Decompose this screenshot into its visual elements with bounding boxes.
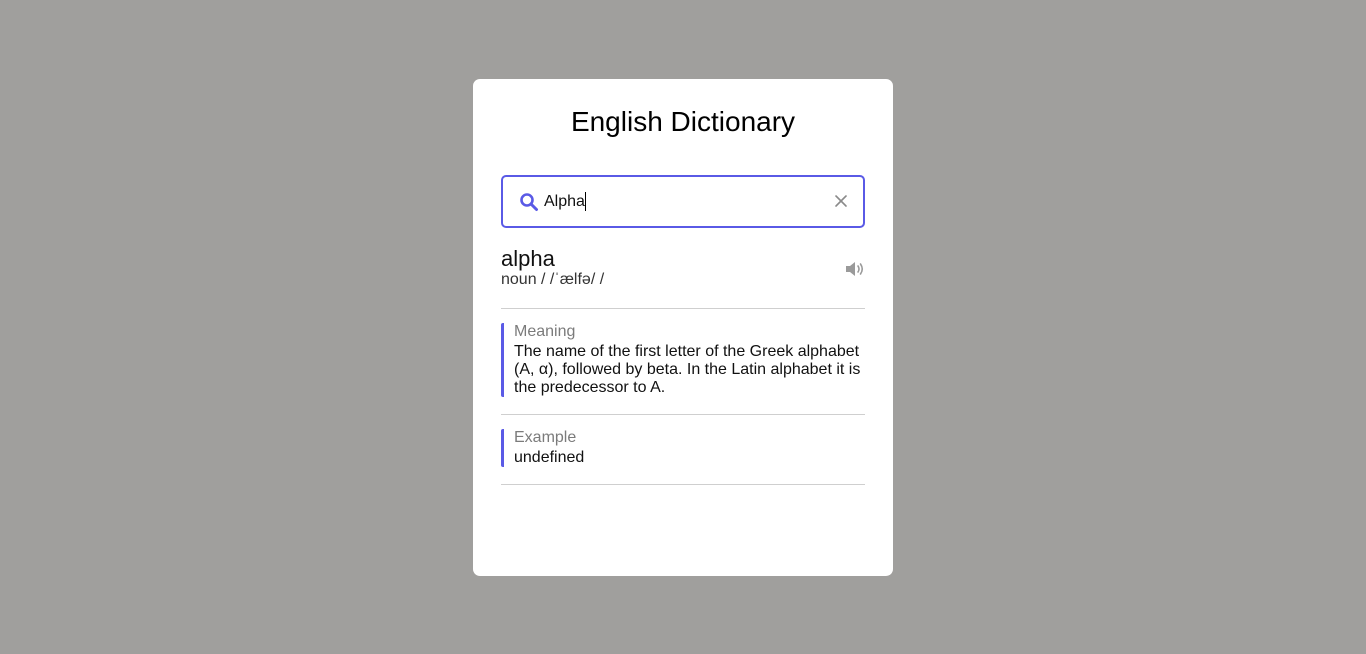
example-label: Example [514,429,577,446]
meaning-label: Meaning [514,323,576,340]
word-phonetic: noun / /ˈælfə/ / [501,271,605,288]
app-title: English Dictionary [570,106,796,137]
word-title: alpha [501,246,555,271]
close-icon[interactable] [834,194,848,208]
example-block: Example undefined [501,429,865,467]
text-caret [585,192,586,211]
search-box[interactable] [501,175,865,228]
dictionary-card: English Dictionary alpha noun / /ˈælfə/ … [473,79,893,576]
word-header: alpha noun / /ˈælfə/ / [501,246,865,309]
search-icon [520,193,538,211]
example-text: undefined [514,449,585,466]
speaker-icon[interactable] [845,261,865,277]
meaning-text: The name of the first letter of the Gree… [514,343,861,396]
search-input[interactable] [544,177,824,226]
meaning-block: Meaning The name of the first letter of … [501,323,865,397]
example-section: Example undefined [501,415,865,485]
meaning-section: Meaning The name of the first letter of … [501,309,865,415]
